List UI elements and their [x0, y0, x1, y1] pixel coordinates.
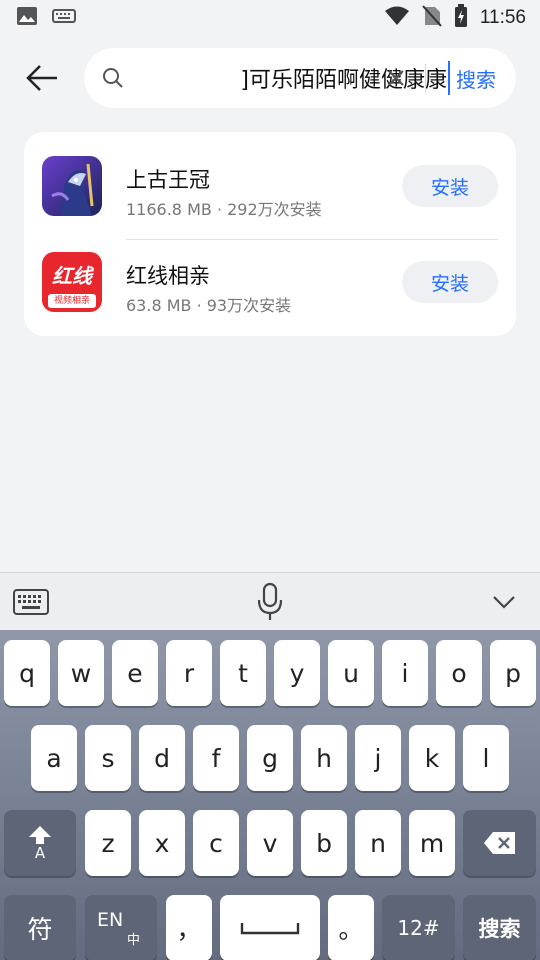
- key-t[interactable]: t: [220, 640, 266, 706]
- install-button[interactable]: 安装: [402, 261, 498, 303]
- app-icon-subtext: 视频相亲: [48, 294, 96, 308]
- key-x[interactable]: x: [139, 810, 185, 876]
- no-sim-icon: [422, 5, 442, 31]
- key-s[interactable]: s: [85, 725, 131, 791]
- voice-input-button[interactable]: [252, 582, 288, 621]
- symbols-key[interactable]: 符: [4, 895, 76, 960]
- close-icon: [388, 70, 404, 86]
- keyboard: q w e r t y u i o p a s d f g h j k l A …: [0, 630, 540, 960]
- keyboard-switch-button[interactable]: [12, 583, 50, 621]
- back-button[interactable]: [18, 54, 66, 102]
- microphone-icon: [257, 582, 283, 620]
- space-key[interactable]: [220, 895, 320, 960]
- language-sub-label: 中: [127, 933, 141, 948]
- app-meta: 63.8 MB · 93万次安装: [126, 296, 292, 315]
- app-icon-text: 红线: [52, 264, 92, 288]
- key-w[interactable]: w: [58, 640, 104, 706]
- clear-button[interactable]: [382, 64, 410, 92]
- period-key[interactable]: 。: [328, 895, 374, 960]
- key-u[interactable]: u: [328, 640, 374, 706]
- backspace-key[interactable]: [463, 810, 536, 876]
- hongxian-xiangqin-app-icon: 红线 视频相亲: [42, 252, 102, 312]
- key-n[interactable]: n: [355, 810, 401, 876]
- shanggu-wangguan-app-icon: [42, 156, 102, 216]
- search-box[interactable]: ]可乐陌陌啊健健康康 搜索: [84, 48, 516, 108]
- key-a[interactable]: a: [31, 725, 77, 791]
- key-d[interactable]: d: [139, 725, 185, 791]
- key-z[interactable]: z: [85, 810, 131, 876]
- arrow-left-icon: [26, 65, 57, 91]
- language-switch-key[interactable]: EN 中: [85, 895, 157, 960]
- key-l[interactable]: l: [463, 725, 509, 791]
- app-result-item[interactable]: 上古王冠 1166.8 MB · 292万次安装 安装: [24, 138, 516, 240]
- key-q[interactable]: q: [4, 640, 50, 706]
- status-bar: 11:56: [0, 0, 540, 36]
- search-button[interactable]: 搜索: [436, 48, 516, 108]
- key-j[interactable]: j: [355, 725, 401, 791]
- status-time: 11:56: [479, 7, 526, 28]
- search-icon: [102, 67, 124, 89]
- search-results-card: 上古王冠 1166.8 MB · 292万次安装 安装 红线 视频相亲 红线相亲…: [24, 132, 516, 336]
- keyboard-toolbar: [0, 572, 540, 630]
- keyboard-icon: [52, 8, 76, 28]
- key-y[interactable]: y: [274, 640, 320, 706]
- install-button[interactable]: 安装: [402, 165, 498, 207]
- battery-charging-icon: [454, 4, 468, 32]
- app-meta: 1166.8 MB · 292万次安装: [126, 200, 322, 219]
- chevron-down-icon: [493, 596, 515, 609]
- key-o[interactable]: o: [436, 640, 482, 706]
- key-k[interactable]: k: [409, 725, 455, 791]
- wifi-icon: [384, 6, 410, 30]
- key-f[interactable]: f: [193, 725, 239, 791]
- keyboard-icon: [13, 589, 49, 615]
- key-p[interactable]: p: [490, 640, 536, 706]
- key-i[interactable]: i: [382, 640, 428, 706]
- search-action-key[interactable]: 搜索: [463, 895, 536, 960]
- language-label: EN: [97, 909, 124, 931]
- app-name: 上古王冠: [126, 168, 210, 192]
- hide-keyboard-button[interactable]: [488, 583, 520, 621]
- app-name: 红线相亲: [126, 264, 210, 288]
- key-v[interactable]: v: [247, 810, 293, 876]
- shift-key[interactable]: A: [4, 810, 76, 876]
- key-h[interactable]: h: [301, 725, 347, 791]
- backspace-icon: [483, 832, 515, 854]
- key-m[interactable]: m: [409, 810, 455, 876]
- comma-key[interactable]: ，: [166, 895, 212, 960]
- app-result-item[interactable]: 红线 视频相亲 红线相亲 63.8 MB · 93万次安装 安装: [24, 234, 516, 330]
- space-bar-icon: [240, 923, 300, 935]
- search-divider: [425, 64, 426, 92]
- key-e[interactable]: e: [112, 640, 158, 706]
- key-g[interactable]: g: [247, 725, 293, 791]
- key-c[interactable]: c: [193, 810, 239, 876]
- shift-key-label: A: [34, 844, 46, 862]
- search-query-text: ]可乐陌陌啊健健康康: [240, 68, 447, 93]
- shift-arrow-icon: [29, 826, 51, 844]
- key-b[interactable]: b: [301, 810, 347, 876]
- key-r[interactable]: r: [166, 640, 212, 706]
- numbers-key[interactable]: 12#: [382, 895, 455, 960]
- image-icon: [16, 6, 38, 30]
